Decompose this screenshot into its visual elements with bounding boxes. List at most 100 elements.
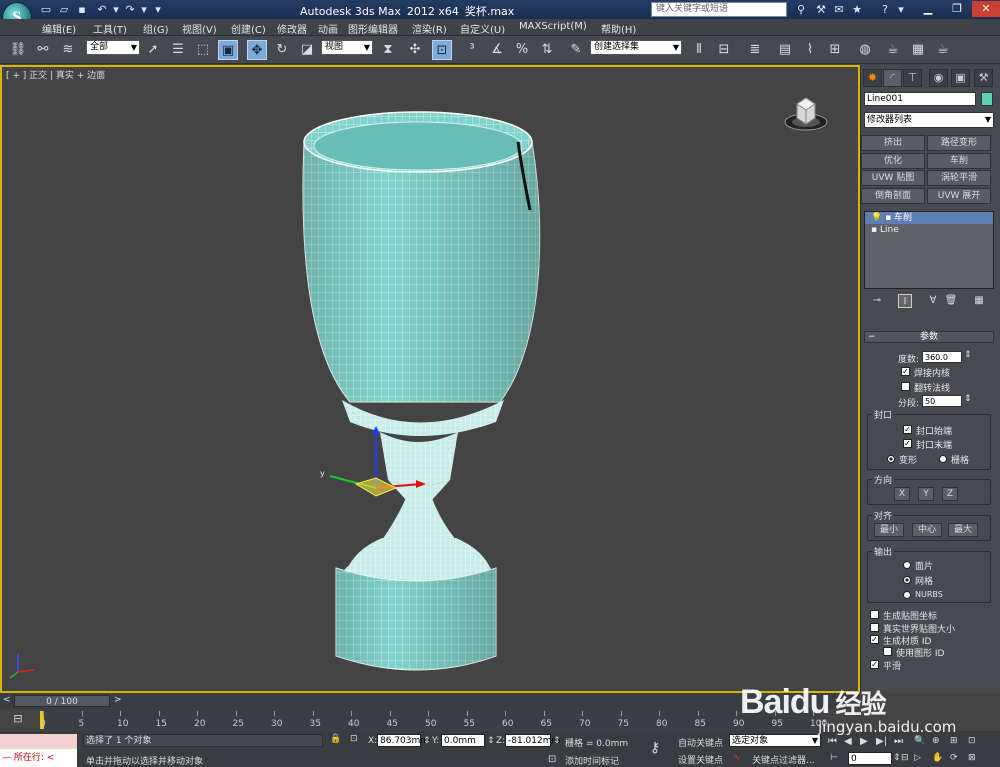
select-by-name-icon[interactable]: ☰ bbox=[168, 40, 188, 60]
time-slider-prev-icon[interactable]: < bbox=[3, 695, 11, 705]
direction-x-button[interactable]: X bbox=[894, 487, 910, 501]
close-button[interactable]: ✕ bbox=[972, 1, 1000, 17]
extrude-button[interactable]: 挤出 bbox=[861, 135, 925, 151]
cap-end-checkbox[interactable]: ✓ bbox=[903, 439, 912, 448]
menu-create[interactable]: 创建(C) bbox=[231, 21, 266, 36]
pivot-center-icon[interactable]: ⧗ bbox=[378, 40, 398, 60]
mirror-icon[interactable]: ⫴ bbox=[689, 40, 709, 60]
menu-maxscript[interactable]: MAXScript(M) bbox=[519, 21, 587, 32]
hierarchy-tab-icon[interactable]: ⊤ bbox=[903, 69, 922, 87]
degrees-spinner[interactable]: 360.0 bbox=[922, 351, 962, 363]
spinner-snap-icon[interactable]: ⇅ bbox=[537, 40, 557, 60]
unlink-icon[interactable]: ⚯ bbox=[33, 40, 53, 60]
align-max-button[interactable]: 最大 bbox=[948, 523, 978, 537]
make-unique-icon[interactable]: ∀ bbox=[926, 294, 940, 308]
time-tag-icon[interactable]: ⊡ bbox=[548, 754, 556, 765]
uvw-map-button[interactable]: UVW 贴图 bbox=[861, 170, 925, 186]
set-key-icon[interactable]: ⚷ bbox=[650, 740, 660, 756]
weld-core-checkbox[interactable]: ✓ bbox=[901, 367, 910, 376]
time-slider-track[interactable] bbox=[0, 693, 860, 709]
graphite-tools-icon[interactable]: ▤ bbox=[775, 40, 795, 60]
show-end-result-icon[interactable]: I bbox=[898, 294, 912, 308]
x-coordinate-field[interactable]: 86.703mm bbox=[377, 734, 429, 747]
restore-button[interactable]: ❐ bbox=[943, 1, 971, 17]
maxscript-input[interactable] bbox=[0, 734, 77, 749]
object-name-field[interactable]: Line001 bbox=[864, 92, 976, 106]
menu-group[interactable]: 组(G) bbox=[143, 21, 169, 36]
smooth-checkbox[interactable]: ✓ bbox=[870, 660, 879, 669]
align-min-button[interactable]: 最小 bbox=[874, 523, 904, 537]
use-shape-id-checkbox[interactable] bbox=[883, 647, 892, 656]
select-and-scale-icon[interactable]: ◪ bbox=[297, 40, 317, 60]
named-selection-dropdown[interactable]: 创建选择集 ▼ bbox=[590, 40, 682, 55]
path-deform-button[interactable]: 路径变形 bbox=[927, 135, 991, 151]
render-setup-icon[interactable]: ☕ bbox=[883, 40, 903, 60]
patch-radio[interactable] bbox=[903, 561, 911, 569]
create-tab-icon[interactable]: ✸ bbox=[863, 69, 882, 87]
add-time-tag[interactable]: 添加时间标记 bbox=[565, 754, 619, 767]
time-slider-next-icon[interactable]: > bbox=[114, 695, 122, 705]
menu-rendering[interactable]: 渲染(R) bbox=[412, 21, 447, 36]
direction-y-button[interactable]: Y bbox=[918, 487, 934, 501]
menu-graph-editors[interactable]: 图形编辑器 bbox=[348, 21, 398, 36]
grid-radio[interactable] bbox=[939, 455, 947, 463]
new-file-icon[interactable]: ▭ bbox=[38, 2, 54, 17]
modify-tab-icon[interactable]: ◜ bbox=[883, 69, 902, 87]
real-world-size-checkbox[interactable] bbox=[870, 623, 879, 632]
object-color-swatch[interactable] bbox=[981, 92, 993, 106]
align-icon[interactable]: ⊟ bbox=[714, 40, 734, 60]
gen-material-id-checkbox[interactable]: ✓ bbox=[870, 635, 879, 644]
turbosmooth-button[interactable]: 涡轮平滑 bbox=[927, 170, 991, 186]
stack-item-line[interactable]: ▪ Line bbox=[865, 224, 993, 236]
set-key-button[interactable]: 设置关键点 bbox=[678, 753, 723, 766]
customize-quick-access-icon[interactable]: ▾ bbox=[150, 2, 166, 17]
parameters-rollout-header[interactable]: − 参数 bbox=[864, 331, 994, 343]
y-coordinate-field[interactable]: 0.0mm bbox=[441, 734, 485, 747]
select-and-rotate-icon[interactable]: ↻ bbox=[272, 40, 292, 60]
edit-named-selection-icon[interactable]: ✎ bbox=[566, 40, 586, 60]
angle-snap-icon[interactable]: ∡ bbox=[487, 40, 507, 60]
help-dropdown-icon[interactable]: ▾ bbox=[893, 2, 909, 17]
auto-key-button[interactable]: 自动关键点 bbox=[678, 736, 723, 749]
select-and-manipulate-icon[interactable]: ✣ bbox=[405, 40, 425, 60]
stack-item-lathe[interactable]: 💡 ▪ 车削 bbox=[865, 212, 993, 224]
menu-modifiers[interactable]: 修改器 bbox=[277, 21, 307, 36]
absolute-mode-icon[interactable]: ⊡ bbox=[350, 734, 358, 744]
snaps-toggle-icon[interactable]: ³ bbox=[462, 40, 482, 60]
remove-modifier-icon[interactable]: 🗑 bbox=[944, 294, 958, 308]
link-icon[interactable]: ⛓ bbox=[8, 40, 28, 60]
material-editor-icon[interactable]: ◍ bbox=[855, 40, 875, 60]
bevel-profile-button[interactable]: 倒角剖面 bbox=[861, 188, 925, 204]
communication-center-icon[interactable]: ✉ bbox=[831, 2, 847, 17]
select-and-move-icon[interactable]: ✥ bbox=[247, 40, 267, 60]
cap-start-checkbox[interactable]: ✓ bbox=[903, 425, 912, 434]
keyboard-shortcut-override-icon[interactable]: ⊡ bbox=[432, 40, 452, 60]
rendered-frame-window-icon[interactable]: ▦ bbox=[908, 40, 928, 60]
optimize-button[interactable]: 优化 bbox=[861, 153, 925, 169]
nurbs-radio[interactable] bbox=[903, 591, 911, 599]
y-spinner-arrows[interactable]: ⇕ bbox=[487, 736, 495, 746]
save-file-icon[interactable]: ▪ bbox=[74, 2, 90, 17]
lock-selection-icon[interactable]: 🔒 bbox=[330, 734, 341, 744]
search-input[interactable]: 键入关键字或短语 bbox=[651, 2, 787, 17]
schematic-view-icon[interactable]: ⊞ bbox=[825, 40, 845, 60]
help-icon[interactable]: ? bbox=[877, 2, 893, 17]
percent-snap-icon[interactable]: % bbox=[512, 40, 532, 60]
align-center-button[interactable]: 中心 bbox=[912, 523, 942, 537]
minimize-button[interactable]: ▁ bbox=[914, 1, 942, 17]
mesh-radio[interactable] bbox=[903, 576, 911, 584]
selection-filter-dropdown[interactable]: 全部 ▼ bbox=[86, 40, 140, 55]
subscription-icon[interactable]: ⚒ bbox=[813, 2, 829, 17]
z-coordinate-field[interactable]: -81.012mm bbox=[505, 734, 560, 747]
rectangular-selection-icon[interactable]: ⬚ bbox=[193, 40, 213, 60]
favorites-icon[interactable]: ★ bbox=[849, 2, 865, 17]
mini-curve-editor-icon[interactable]: ⊟ bbox=[8, 712, 28, 726]
binoculars-icon[interactable]: ⚲ bbox=[793, 2, 809, 17]
menu-tools[interactable]: 工具(T) bbox=[93, 21, 127, 36]
morph-radio[interactable] bbox=[887, 455, 895, 463]
segments-spinner-arrows[interactable]: ⇕ bbox=[964, 394, 972, 404]
layer-manager-icon[interactable]: ≣ bbox=[745, 40, 765, 60]
menu-edit[interactable]: 编辑(E) bbox=[42, 21, 76, 36]
menu-customize[interactable]: 自定义(U) bbox=[460, 21, 505, 36]
modifier-list-dropdown[interactable]: 修改器列表 ▼ bbox=[864, 112, 994, 128]
